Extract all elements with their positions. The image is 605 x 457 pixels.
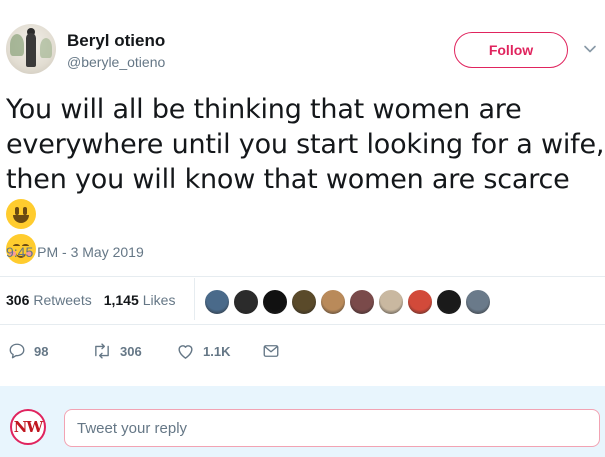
- direct-message-action[interactable]: [262, 340, 288, 362]
- liker-avatar[interactable]: [436, 289, 462, 315]
- reply-input[interactable]: [64, 409, 600, 447]
- tweet-text-line: then you will know that women are scarce: [6, 162, 605, 232]
- liker-avatar[interactable]: [291, 289, 317, 315]
- reply-action[interactable]: 98: [8, 340, 48, 362]
- likes-label[interactable]: Likes: [143, 292, 176, 308]
- tweet-timestamp[interactable]: 9:45 PM - 3 May 2019: [6, 244, 144, 260]
- tweet-stats: 306 Retweets 1,145 Likes: [6, 290, 187, 310]
- heart-icon: [178, 345, 193, 359]
- liker-avatar[interactable]: [204, 289, 230, 315]
- likers-avatars: [204, 289, 494, 315]
- likes-count[interactable]: 1,145: [104, 292, 139, 308]
- author-display-name[interactable]: Beryl otieno: [67, 31, 165, 51]
- follow-button[interactable]: Follow: [454, 32, 568, 68]
- liker-avatar[interactable]: [349, 289, 375, 315]
- liker-avatar[interactable]: [320, 289, 346, 315]
- reply-count: 98: [34, 343, 49, 359]
- liker-avatar[interactable]: [233, 289, 259, 315]
- liker-avatar[interactable]: [262, 289, 288, 315]
- tweet-actions: 98 306 1.1K: [0, 340, 605, 362]
- avatar-plant: [10, 34, 24, 56]
- tweet-text-line: everywhere until you start looking for a…: [6, 129, 605, 160]
- like-action[interactable]: 1.1K: [176, 340, 230, 362]
- retweets-label[interactable]: Retweets: [33, 292, 91, 308]
- reply-icon: [9, 343, 25, 359]
- tweet-text-line: You will all be thinking that women are: [6, 94, 522, 125]
- liker-avatar[interactable]: [378, 289, 404, 315]
- author-handle[interactable]: @beryle_otieno: [67, 54, 165, 70]
- avatar-figure: [26, 33, 36, 67]
- chevron-down-icon[interactable]: [583, 42, 597, 56]
- grinning-face-emoji-icon: [6, 199, 36, 229]
- author-avatar[interactable]: [6, 24, 56, 74]
- like-count: 1.1K: [203, 343, 231, 359]
- tweet-text-line-content: then you will know that women are scarce: [6, 164, 570, 195]
- retweet-count: 306: [120, 343, 142, 359]
- stats-separator: [194, 278, 195, 320]
- liker-avatar[interactable]: [407, 289, 433, 315]
- divider: [0, 324, 605, 325]
- retweet-icon: [95, 343, 109, 359]
- envelope-icon: [263, 345, 279, 357]
- tweet-text: You will all be thinking that women are …: [6, 92, 605, 267]
- tweet-header: Beryl otieno @beryle_otieno Follow: [0, 0, 605, 90]
- liker-avatar[interactable]: [465, 289, 491, 315]
- avatar-plant-2: [40, 38, 52, 58]
- reply-user-avatar[interactable]: NW: [10, 409, 46, 445]
- retweets-count[interactable]: 306: [6, 292, 29, 308]
- retweet-action[interactable]: 306: [92, 340, 142, 362]
- divider: [0, 276, 605, 277]
